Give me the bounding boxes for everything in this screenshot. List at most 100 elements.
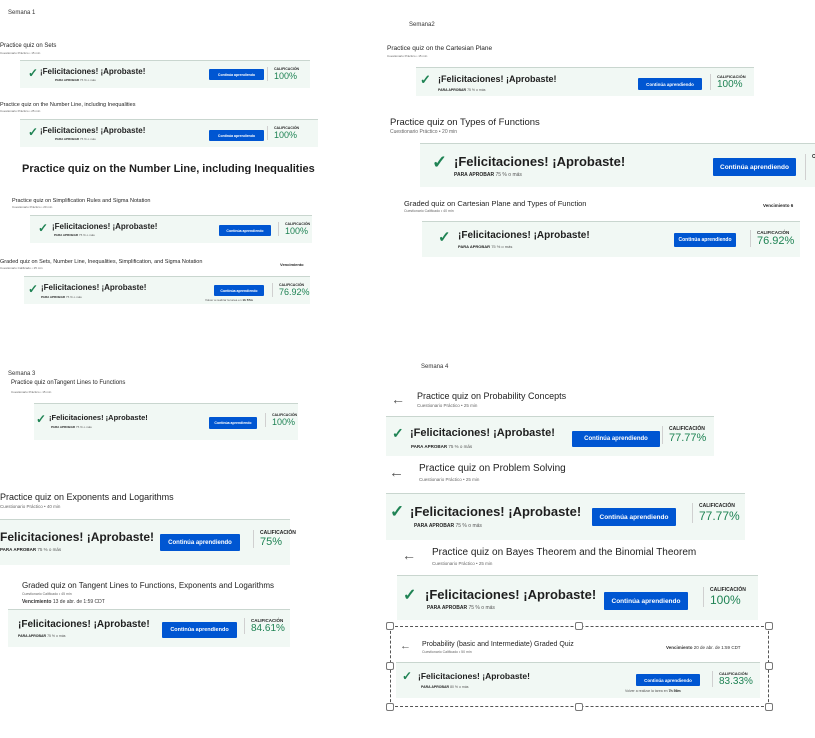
quiz-title[interactable]: Practice quiz on Sets: [0, 43, 56, 49]
pass-requirement: PARA APROBAR 75 % o más: [414, 523, 482, 529]
resize-handle[interactable]: [575, 703, 583, 711]
grade-value: 100%: [285, 226, 309, 236]
continue-button[interactable]: Continúa aprendiendo: [160, 534, 240, 551]
grade-value: 100%: [717, 79, 743, 90]
grade-box: CALIFICACIÓN 83.33%: [712, 671, 753, 687]
continue-button[interactable]: Continúa aprendiendo: [636, 674, 700, 686]
continue-button[interactable]: Continúa aprendiendo: [219, 225, 271, 236]
congrats-text: ¡Felicitaciones! ¡Aprobaste!: [40, 67, 146, 76]
resize-handle[interactable]: [386, 703, 394, 711]
quiz-result-card: ✓ ¡Felicitaciones! ¡Aprobaste! PARA APRO…: [386, 416, 714, 456]
quiz-title[interactable]: Graded quiz on Cartesian Plane and Types…: [404, 199, 586, 208]
quiz-title[interactable]: Practice quiz on Exponents and Logarithm…: [0, 492, 174, 502]
quiz-result-card: ✓ ¡Felicitaciones! ¡Aprobaste! PARA APRO…: [20, 60, 310, 88]
quiz-result-card: ✓ ¡Felicitaciones! ¡Aprobaste! PARA APRO…: [34, 403, 298, 440]
pass-requirement: PARA APROBAR 75 % o más: [51, 425, 92, 429]
quiz-title[interactable]: Practice quiz on the Number Line, includ…: [0, 102, 135, 108]
resize-handle[interactable]: [765, 703, 773, 711]
continue-button[interactable]: Continúa aprendiendo: [209, 417, 257, 429]
congrats-text: ¡Felicitaciones! ¡Aprobaste!: [49, 413, 148, 422]
grade-box: CALIFICACIÓN: [805, 154, 815, 180]
quiz-title[interactable]: Practice quiz on Probability Concepts: [417, 391, 566, 401]
grade-box: CALIFICACIÓN 100%: [278, 222, 310, 236]
quiz-title[interactable]: Practice quiz on Problem Solving: [419, 463, 566, 474]
grade-box: CALIFICACIÓN 77.77%: [692, 503, 740, 523]
quiz-result-card: ¡Felicitaciones! ¡Aprobaste! PARA APROBA…: [8, 609, 290, 647]
pass-requirement: PARA APROBAR 75 % o más: [54, 233, 95, 237]
quiz-result-card: ✓ ¡Felicitaciones! ¡Aprobaste! PARA APRO…: [416, 67, 754, 96]
continue-button[interactable]: Continúa aprendiendo: [674, 233, 736, 247]
retake-text: Volver a realizar la tarea en 7h 56m: [625, 689, 681, 693]
grade-box: CALIFICACIÓN 100%: [265, 413, 297, 427]
due-date: Vencimiento 20 de abr. de 1:59 CDT: [666, 645, 741, 650]
check-icon: ✓: [38, 221, 49, 235]
continue-button[interactable]: Continúa aprendiendo: [162, 622, 237, 638]
grade-value: 76.92%: [757, 235, 795, 247]
quiz-title[interactable]: Practice quiz onTangent Lines to Functio…: [11, 380, 125, 386]
continue-button[interactable]: Continúa aprendiendo: [592, 508, 676, 526]
quiz-title[interactable]: Practice quiz on Bayes Theorem and the B…: [432, 547, 696, 558]
check-icon: ✓: [36, 412, 47, 426]
quiz-title[interactable]: Practice quiz on the Cartesian Plane: [387, 45, 492, 52]
quiz-subtitle: Cuestionario Calificado • 45 min: [22, 592, 72, 596]
grade-value: 77.77%: [669, 432, 707, 444]
continue-button[interactable]: Continúa aprendiendo: [638, 78, 702, 90]
grade-box: CALIFICACIÓN 84.61%: [244, 618, 285, 634]
grade-box: CALIFICACIÓN 76.92%: [272, 283, 310, 297]
quiz-title[interactable]: Practice quiz on Simplification Rules an…: [12, 198, 151, 204]
back-arrow-icon[interactable]: ←: [389, 464, 404, 481]
continue-button[interactable]: Continúa aprendiendo: [214, 285, 264, 296]
congrats-text: ¡Felicitaciones! ¡Aprobaste!: [418, 671, 530, 681]
congrats-text: ¡Felicitaciones! ¡Aprobaste!: [40, 126, 146, 135]
back-arrow-icon[interactable]: ←: [402, 547, 416, 563]
congrats-text: ¡Felicitaciones! ¡Aprobaste!: [410, 427, 555, 439]
pass-requirement: PARA APROBAR 75 % o más: [18, 634, 66, 638]
check-icon: ✓: [402, 669, 413, 683]
check-icon: ✓: [28, 66, 39, 80]
due-date: Vencimiento 13 de abr. de 1:59 CDT: [22, 599, 105, 605]
resize-handle[interactable]: [386, 662, 394, 670]
continue-button[interactable]: Continúa aprendiendo: [713, 158, 796, 176]
continue-button[interactable]: Continúa aprendiendo: [209, 69, 264, 80]
quiz-title[interactable]: Probability (basic and Intermediate) Gra…: [422, 641, 574, 648]
quiz-title[interactable]: Graded quiz on Tangent Lines to Function…: [22, 581, 274, 590]
retake-text: Volver a realizar la tarea en 1h 57m: [205, 298, 253, 302]
congrats-text: ¡Felicitaciones! ¡Aprobaste!: [425, 587, 597, 602]
resize-handle[interactable]: [386, 622, 394, 630]
check-icon: ✓: [390, 502, 405, 521]
quiz-result-card: ¡Felicitaciones! ¡Aprobaste! PARA APROBA…: [0, 519, 296, 565]
week-3-label: Semana 3: [8, 371, 36, 377]
quiz-result-card: ✓ ¡Felicitaciones! ¡Aprobaste! PARA APRO…: [420, 143, 815, 187]
resize-handle[interactable]: [765, 622, 773, 630]
grade-value: 76.92%: [279, 287, 310, 297]
continue-button[interactable]: Continúa aprendiendo: [572, 431, 660, 447]
quiz-result-card: ✓ ¡Felicitaciones! ¡Aprobaste! PARA APRO…: [397, 575, 758, 620]
grade-value: 83.33%: [719, 676, 753, 687]
week-1-label: Semana 1: [8, 10, 36, 16]
week-4-label: Semana 4: [421, 364, 449, 370]
grade-box: CALIFICACIÓN 100%: [267, 67, 299, 81]
grade-box: CALIFICACIÓN 100%: [703, 587, 746, 607]
check-icon: ✓: [432, 152, 448, 172]
check-icon: ✓: [420, 72, 431, 87]
quiz-subtitle: Cuestionario Práctico • 25 min: [417, 403, 478, 408]
grade-value: 84.61%: [251, 623, 285, 634]
continue-button[interactable]: Continúa aprendiendo: [209, 130, 264, 141]
quiz-subtitle: Cuestionario Práctico • 15 min: [0, 51, 41, 55]
congrats-text: ¡Felicitaciones! ¡Aprobaste!: [410, 504, 582, 519]
quiz-result-card: ✓ ¡Felicitaciones! ¡Aprobaste! PARA APRO…: [386, 493, 745, 540]
resize-handle[interactable]: [575, 622, 583, 630]
check-icon: ✓: [28, 282, 39, 296]
check-icon: ✓: [438, 229, 451, 246]
resize-handle[interactable]: [765, 662, 773, 670]
grade-value: 100%: [272, 417, 296, 427]
pass-requirement: PARA APROBAR 75 % o más: [55, 137, 96, 141]
quiz-result-card: ✓ ¡Felicitaciones! ¡Aprobaste! PARA APRO…: [20, 119, 318, 147]
quiz-title[interactable]: Graded quiz on Sets, Number Line, Inequa…: [0, 259, 202, 265]
back-arrow-icon[interactable]: ←: [391, 391, 405, 407]
back-arrow-icon[interactable]: ←: [400, 640, 411, 652]
continue-button[interactable]: Continúa aprendiendo: [604, 592, 688, 610]
grade-value: 77.77%: [699, 509, 740, 523]
quiz-title[interactable]: Practice quiz on Types of Functions: [390, 117, 540, 128]
pass-requirement: PARA APROBAR 80 % o más: [421, 685, 469, 689]
